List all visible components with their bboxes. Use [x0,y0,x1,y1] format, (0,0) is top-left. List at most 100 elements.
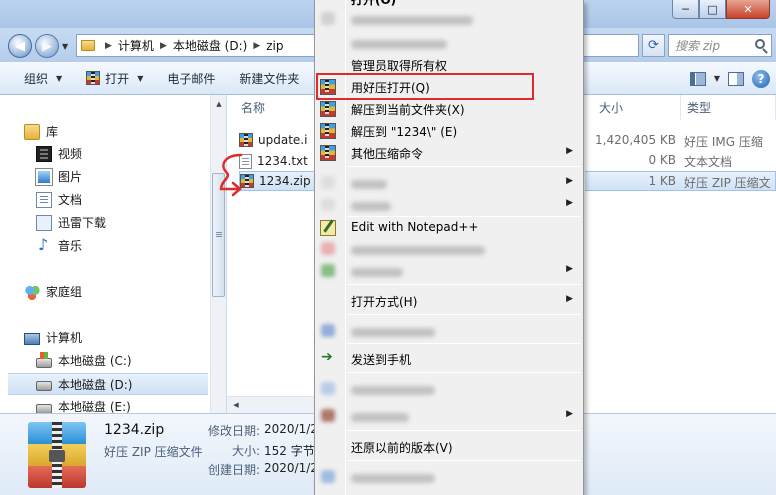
breadcrumb-separator-icon[interactable]: ▶ [253,41,260,51]
blurred-icon [321,324,335,337]
menu-item-send-to-phone[interactable]: 发送到手机 [315,348,583,370]
minimize-button[interactable]: ─ [672,0,699,19]
submenu-arrow-icon: ▶ [566,294,573,304]
submenu-arrow-icon: ▶ [566,176,573,186]
drive-icon [36,381,52,391]
new-folder-button[interactable]: 新建文件夹 [227,62,311,94]
menu-item-label: 管理员取得所有权 [351,59,448,73]
history-dropdown-icon[interactable]: ▼ [62,42,68,51]
nav-item-drive-c[interactable]: 本地磁盘 (C:) [36,351,132,369]
breadcrumb-computer[interactable]: 计算机 [118,37,154,54]
column-header-size[interactable]: 大小 [593,95,681,120]
blurred-icon [321,176,335,189]
nav-item-computer[interactable]: 计算机 [24,329,82,346]
menu-item-edit-notepad[interactable]: Edit with Notepad++ [315,217,583,239]
blurred-icon [321,382,335,395]
menu-separator [347,166,581,167]
email-button[interactable]: 电子邮件 [155,62,227,94]
menu-item-restore-versions[interactable]: 还原以前的版本(V) [315,436,583,458]
breadcrumb-drive-d[interactable]: 本地磁盘 (D:) [173,37,247,54]
menu-item-label: Edit with Notepad++ [351,220,479,234]
organize-button[interactable]: 组织 ▼ [0,62,74,94]
details-label: 修改日期: [207,424,260,438]
open-button[interactable]: 打开 ▼ [74,62,155,94]
menu-separator [347,372,581,373]
menu-item-blurred[interactable] [315,320,583,342]
menu-item-label: 还原以前的版本(V) [351,441,453,455]
haozip-large-icon [28,422,86,488]
menu-item-blurred[interactable] [315,238,583,260]
menu-item-blurred[interactable]: ▶ [315,172,583,194]
menu-item-blurred[interactable] [315,466,583,488]
maximize-button[interactable]: □ [699,0,726,19]
organize-label: 组织 [24,71,49,86]
forward-button[interactable]: ▶ [35,34,59,58]
nav-item-homegroup[interactable]: 家庭组 [24,283,82,300]
horizontal-scrollbar[interactable]: ◀ [227,396,321,413]
menu-item-blurred[interactable] [315,32,583,54]
menu-item-blurred[interactable]: ▶ [315,194,583,216]
menu-item-extract-here[interactable]: 解压到当前文件夹(X) [315,98,583,120]
nav-scrollbar[interactable]: ▲ [210,95,226,413]
search-placeholder: 搜索 zip [675,39,721,53]
nav-item-documents[interactable]: 文档 [36,191,82,208]
breadcrumb-separator-icon[interactable]: ▶ [160,41,167,51]
file-row[interactable]: 1234.txt [239,151,319,171]
submenu-arrow-icon: ▶ [566,198,573,208]
details-file-name: 1234.zip [104,422,165,438]
file-size: 1,420,405 KB [595,133,676,147]
details-label: 大小: [231,444,260,458]
menu-item-blurred[interactable]: ▶ [315,405,583,427]
view-options-icon[interactable] [689,71,706,86]
close-button[interactable]: ✕ [726,0,770,19]
menu-item-blurred[interactable] [315,378,583,400]
details-created-value: 2020/1/2 [264,461,318,475]
menu-item-label: 发送到手机 [351,353,412,367]
scroll-left-icon[interactable]: ◀ [229,398,243,412]
nav-item-library[interactable]: 库 [24,123,58,140]
column-header-label: 名称 [241,101,266,115]
column-header-type[interactable]: 类型 [681,95,776,120]
breadcrumb-zip[interactable]: zip [266,39,283,53]
highlight-box [316,73,534,100]
menu-item-extract-to[interactable]: 解压到 "1234\" (E) [315,120,583,142]
column-header-name[interactable]: 名称 [235,95,315,120]
menu-item-blurred[interactable] [315,8,583,30]
nav-label: 计算机 [46,331,83,345]
file-row[interactable]: update.i [239,130,319,150]
scroll-up-icon[interactable]: ▲ [212,97,226,111]
menu-item-blurred[interactable]: ▶ [315,260,583,282]
refresh-button[interactable]: ⟳ [642,34,665,57]
nav-item-video[interactable]: 视频 [36,145,82,162]
nav-label: 图片 [58,170,83,184]
chevron-down-icon[interactable]: ▼ [714,74,720,83]
chevron-down-icon: ▼ [56,73,63,83]
haozip-icon [320,145,336,161]
nav-item-xunlei[interactable]: 迅雷下载 [36,214,106,231]
pictures-icon [35,167,53,186]
nav-label: 迅雷下载 [58,216,107,230]
menu-separator [347,430,581,431]
menu-item-open-with[interactable]: 打开方式(H) ▶ [315,290,583,312]
help-icon[interactable]: ? [752,69,770,88]
haozip-icon [320,101,336,117]
nav-item-pictures[interactable]: 图片 [35,167,83,186]
breadcrumb-separator-icon[interactable]: ▶ [105,41,112,51]
open-label: 打开 [105,71,130,86]
file-type: 好压 IMG 压缩 [684,135,763,149]
nav-label: 音乐 [58,239,83,253]
nav-item-music[interactable]: 音乐 [36,235,83,254]
documents-icon [36,191,52,208]
download-folder-icon [36,214,52,231]
homegroup-icon [24,283,40,300]
new-folder-label: 新建文件夹 [239,71,300,86]
menu-item-label: 打开(O) [351,0,397,7]
search-input[interactable]: 搜索 zip [668,34,772,57]
file-name: 1234.txt [257,154,308,168]
menu-item-other-commands[interactable]: 其他压缩命令 ▶ [315,142,583,164]
blurred-icon [321,12,335,25]
blurred-icon [321,264,335,277]
preview-pane-icon[interactable] [728,71,744,86]
nav-item-drive-d[interactable]: 本地磁盘 (D:) [8,373,208,395]
back-button[interactable]: ◀ [8,34,32,58]
